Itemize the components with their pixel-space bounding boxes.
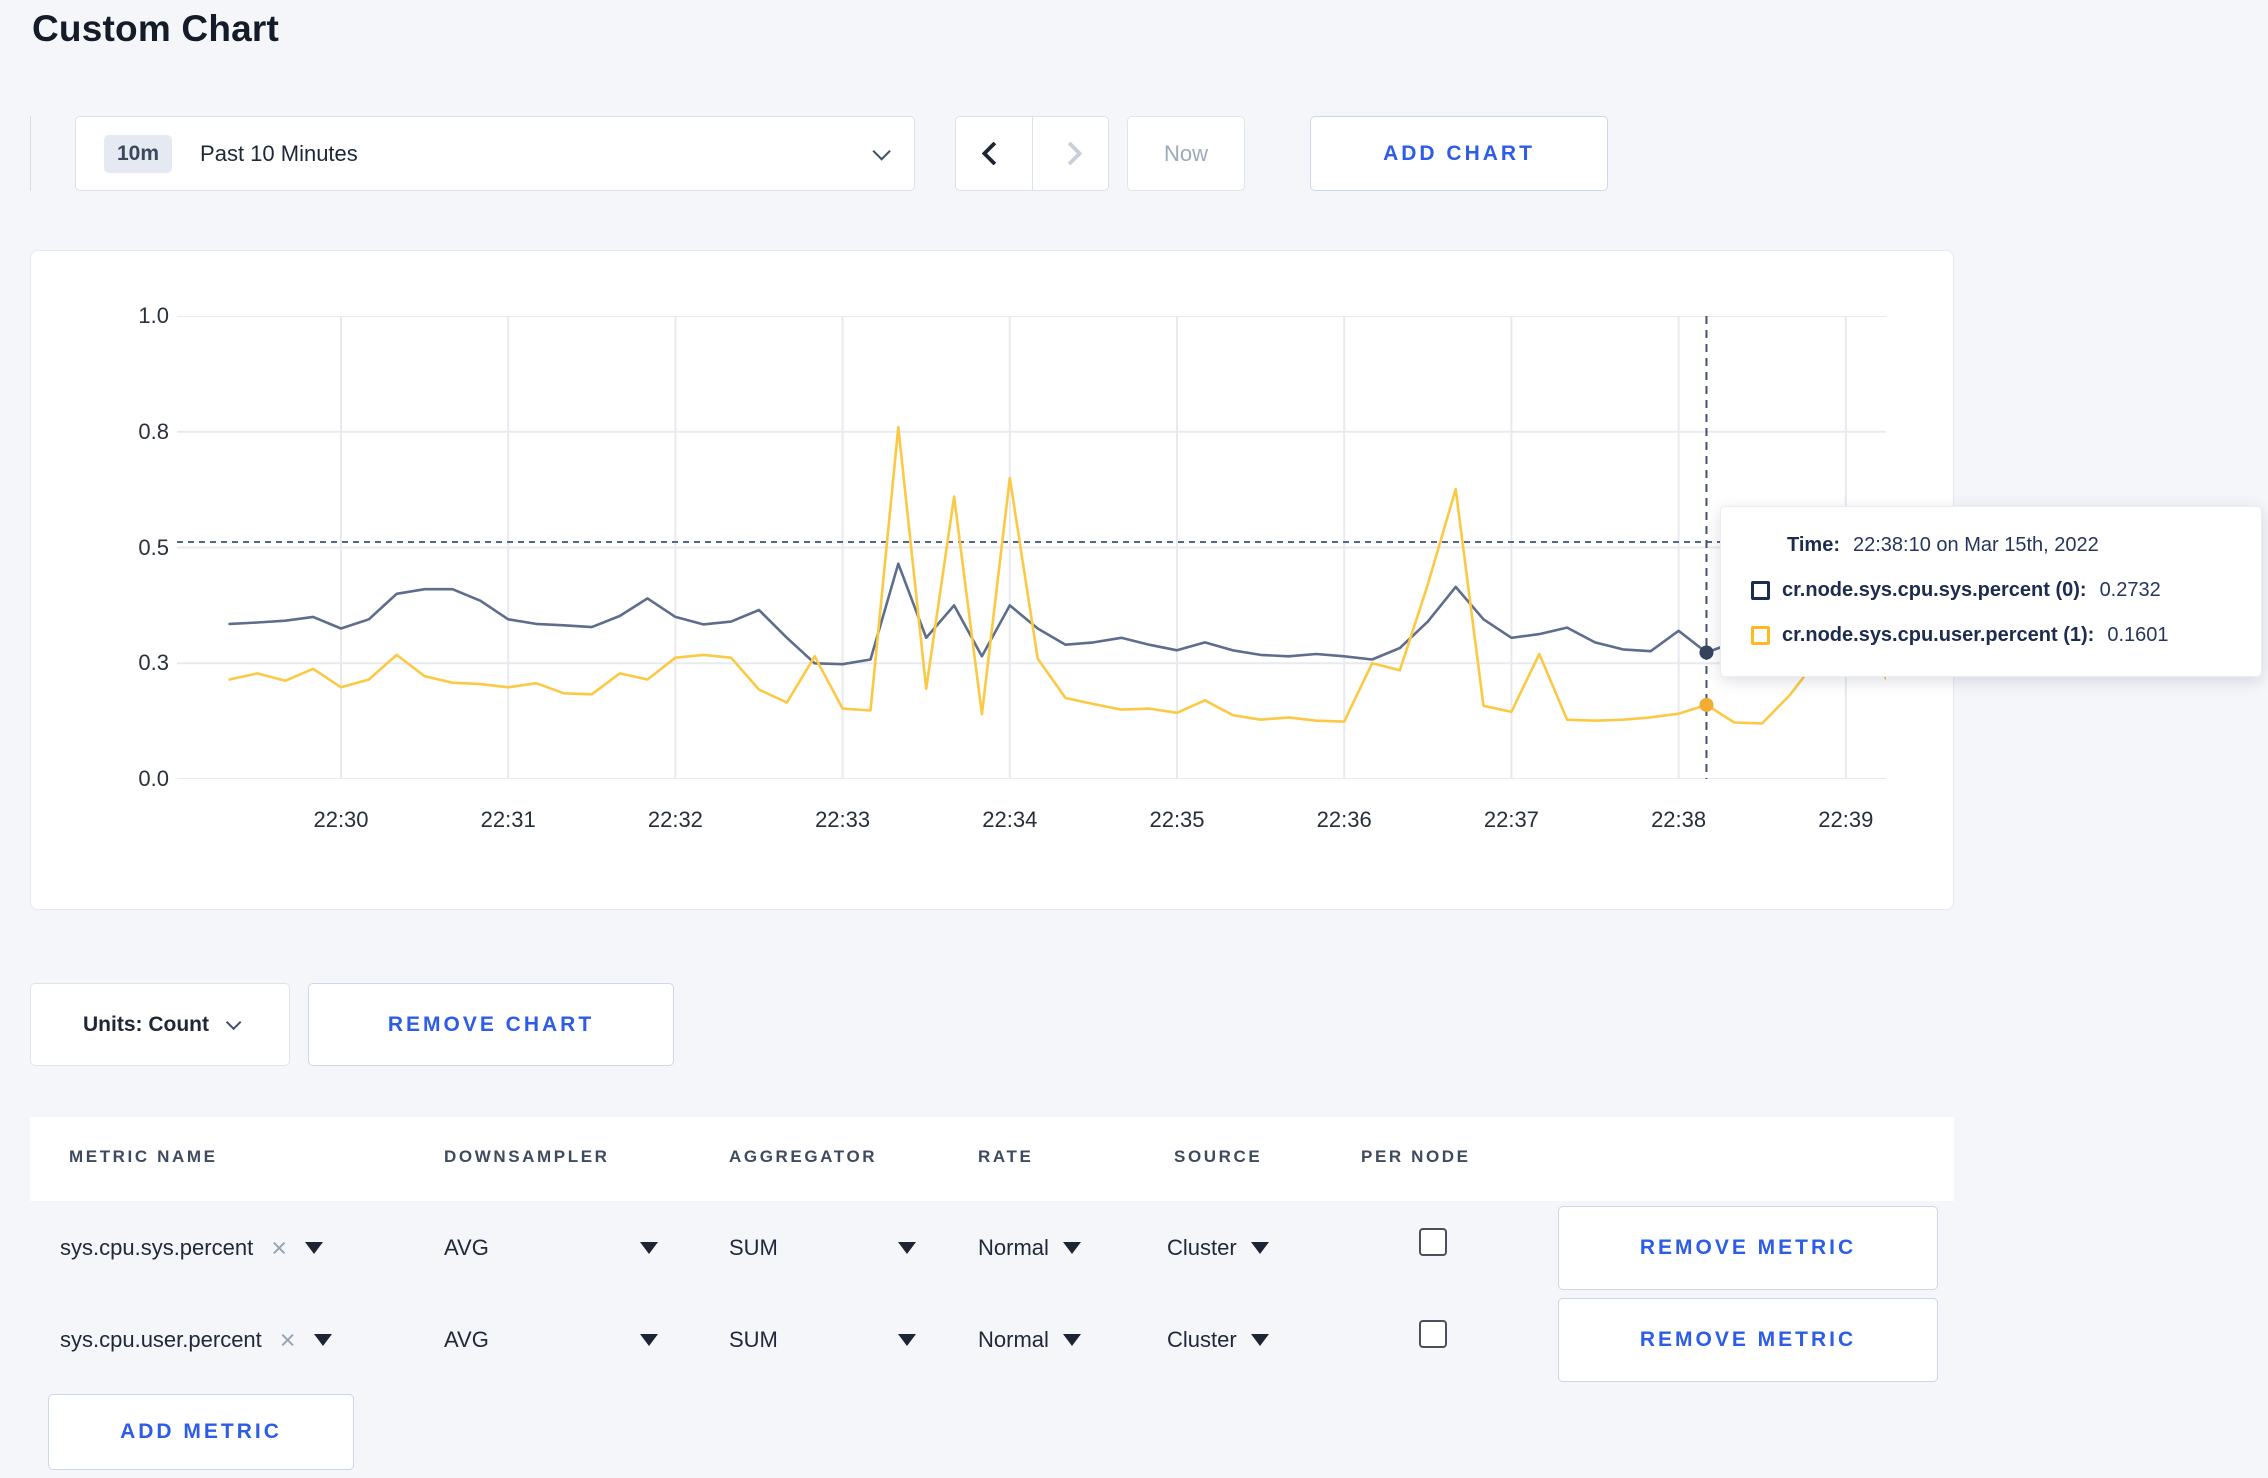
remove-metric-button[interactable]: REMOVE METRIC bbox=[1558, 1206, 1938, 1290]
x-axis-label: 22:31 bbox=[480, 807, 536, 832]
per-node-checkbox[interactable] bbox=[1419, 1228, 1447, 1256]
metric-select[interactable]: sys.cpu.user.percent × bbox=[60, 1322, 332, 1358]
x-axis-label: 22:39 bbox=[1818, 807, 1874, 832]
source-value: Cluster bbox=[1167, 1327, 1237, 1352]
y-axis-label: 0.5 bbox=[138, 534, 169, 560]
tooltip-time-value: 22:38:10 on Mar 15th, 2022 bbox=[1852, 534, 2099, 556]
source-value: Cluster bbox=[1167, 1235, 1237, 1260]
chevron-left-icon bbox=[981, 141, 1006, 166]
x-axis-label: 22:30 bbox=[313, 807, 369, 832]
downsampler-select[interactable]: AVG bbox=[444, 1322, 658, 1358]
chevron-right-icon bbox=[1058, 141, 1083, 166]
clear-metric-icon[interactable]: × bbox=[280, 1327, 296, 1354]
downsampler-value: AVG bbox=[444, 1235, 489, 1260]
legend-swatch-sys-icon bbox=[1751, 581, 1770, 600]
aggregator-value: SUM bbox=[729, 1327, 778, 1352]
caret-down-icon bbox=[640, 1242, 658, 1254]
time-window-label: Past 10 Minutes bbox=[200, 140, 358, 166]
add-metric-button[interactable]: ADD METRIC bbox=[48, 1394, 354, 1470]
caret-down-icon bbox=[1250, 1334, 1269, 1346]
x-axis-label: 22:37 bbox=[1483, 807, 1539, 832]
series-line-1 bbox=[228, 425, 1886, 725]
units-select-value: Units: Count bbox=[83, 1012, 209, 1036]
y-axis-label: 0.8 bbox=[138, 418, 169, 444]
caret-down-icon bbox=[898, 1334, 916, 1346]
x-axis-label: 22:34 bbox=[982, 807, 1038, 832]
caret-down-icon[interactable] bbox=[304, 1242, 323, 1254]
series-line-0 bbox=[228, 562, 1886, 666]
per-node-checkbox[interactable] bbox=[1419, 1320, 1447, 1348]
remove-chart-button[interactable]: REMOVE CHART bbox=[308, 983, 674, 1066]
header-cell-metric-name: METRIC NAME bbox=[69, 1147, 218, 1166]
toolbar-divider bbox=[30, 116, 31, 191]
caret-down-icon bbox=[1250, 1242, 1269, 1254]
caret-down-icon bbox=[1062, 1242, 1081, 1254]
units-select[interactable]: Units: Count bbox=[30, 983, 290, 1066]
custom-chart-page: Custom Chart 10m Past 10 Minutes Now ADD… bbox=[0, 0, 2268, 1478]
add-chart-button[interactable]: ADD CHART bbox=[1310, 116, 1608, 191]
source-select[interactable]: Cluster bbox=[1167, 1230, 1269, 1266]
header-cell-source: SOURCE bbox=[1174, 1147, 1263, 1166]
tooltip-series-value: 0.1601 bbox=[2107, 624, 2169, 646]
rate-value: Normal bbox=[978, 1235, 1049, 1260]
header-cell-downsampler: DOWNSAMPLER bbox=[444, 1147, 610, 1166]
y-axis-label: 1.0 bbox=[138, 303, 169, 328]
downsampler-value: AVG bbox=[444, 1327, 489, 1352]
clear-metric-icon[interactable]: × bbox=[271, 1235, 287, 1262]
tooltip-time-label: Time: bbox=[1787, 534, 1840, 556]
chart-card: 1.0 0.8 0.5 0.3 0.0 22:30 22:31 22:32 22:33 22:3… bbox=[30, 250, 1954, 910]
time-range-pager bbox=[955, 116, 1109, 191]
rate-select[interactable]: Normal bbox=[978, 1230, 1081, 1266]
downsampler-select[interactable]: AVG bbox=[444, 1230, 658, 1266]
x-axis-label: 22:38 bbox=[1651, 807, 1707, 832]
tooltip-series-label: cr.node.sys.cpu.user.percent (1): bbox=[1782, 624, 2095, 646]
aggregator-select[interactable]: SUM bbox=[729, 1230, 916, 1266]
hover-dot-0 bbox=[1699, 645, 1714, 660]
caret-down-icon bbox=[1062, 1334, 1081, 1346]
chart-canvas[interactable] bbox=[177, 316, 1886, 779]
chevron-down-icon bbox=[872, 142, 891, 161]
aggregator-select[interactable]: SUM bbox=[729, 1322, 916, 1358]
header-cell-per-node: PER NODE bbox=[1361, 1147, 1471, 1166]
time-window-badge: 10m bbox=[104, 134, 173, 173]
x-axis-label: 22:32 bbox=[647, 807, 703, 832]
chart-hover-tooltip: Time: 22:38:10 on Mar 15th, 2022 cr.node… bbox=[1720, 506, 2262, 677]
metrics-table-header: METRIC NAME DOWNSAMPLER AGGREGATOR RATE … bbox=[30, 1117, 1954, 1201]
metric-select[interactable]: sys.cpu.sys.percent × bbox=[60, 1230, 323, 1266]
remove-metric-button[interactable]: REMOVE METRIC bbox=[1558, 1298, 1938, 1382]
prev-range-button[interactable] bbox=[956, 117, 1032, 190]
caret-down-icon bbox=[640, 1334, 658, 1346]
chart-plot-area[interactable] bbox=[177, 316, 1886, 779]
metric-select-value: sys.cpu.user.percent bbox=[60, 1327, 262, 1352]
source-select[interactable]: Cluster bbox=[1167, 1322, 1269, 1358]
next-range-button[interactable] bbox=[1031, 117, 1109, 190]
page-title: Custom Chart bbox=[32, 8, 280, 49]
x-axis-label: 22:33 bbox=[815, 807, 871, 832]
aggregator-value: SUM bbox=[729, 1235, 778, 1260]
rate-select[interactable]: Normal bbox=[978, 1322, 1081, 1358]
caret-down-icon[interactable] bbox=[313, 1334, 332, 1346]
x-axis-label: 22:35 bbox=[1149, 807, 1205, 832]
header-cell-aggregator: AGGREGATOR bbox=[729, 1147, 878, 1166]
hover-dot-1 bbox=[1699, 697, 1714, 712]
now-button[interactable]: Now bbox=[1127, 116, 1245, 191]
time-window-select[interactable]: 10m Past 10 Minutes bbox=[75, 116, 915, 191]
metric-select-value: sys.cpu.sys.percent bbox=[60, 1235, 254, 1260]
x-axis-label: 22:36 bbox=[1316, 807, 1372, 832]
header-cell-rate: RATE bbox=[978, 1147, 1034, 1166]
caret-down-icon bbox=[898, 1242, 916, 1254]
tooltip-series-value: 0.2732 bbox=[2099, 579, 2161, 601]
y-axis-label: 0.3 bbox=[138, 650, 169, 676]
y-axis-label: 0.0 bbox=[138, 766, 169, 791]
legend-swatch-user-icon bbox=[1751, 626, 1770, 645]
tooltip-series-label: cr.node.sys.cpu.sys.percent (0): bbox=[1782, 579, 2087, 601]
chevron-down-icon bbox=[225, 1014, 242, 1031]
rate-value: Normal bbox=[978, 1327, 1049, 1352]
